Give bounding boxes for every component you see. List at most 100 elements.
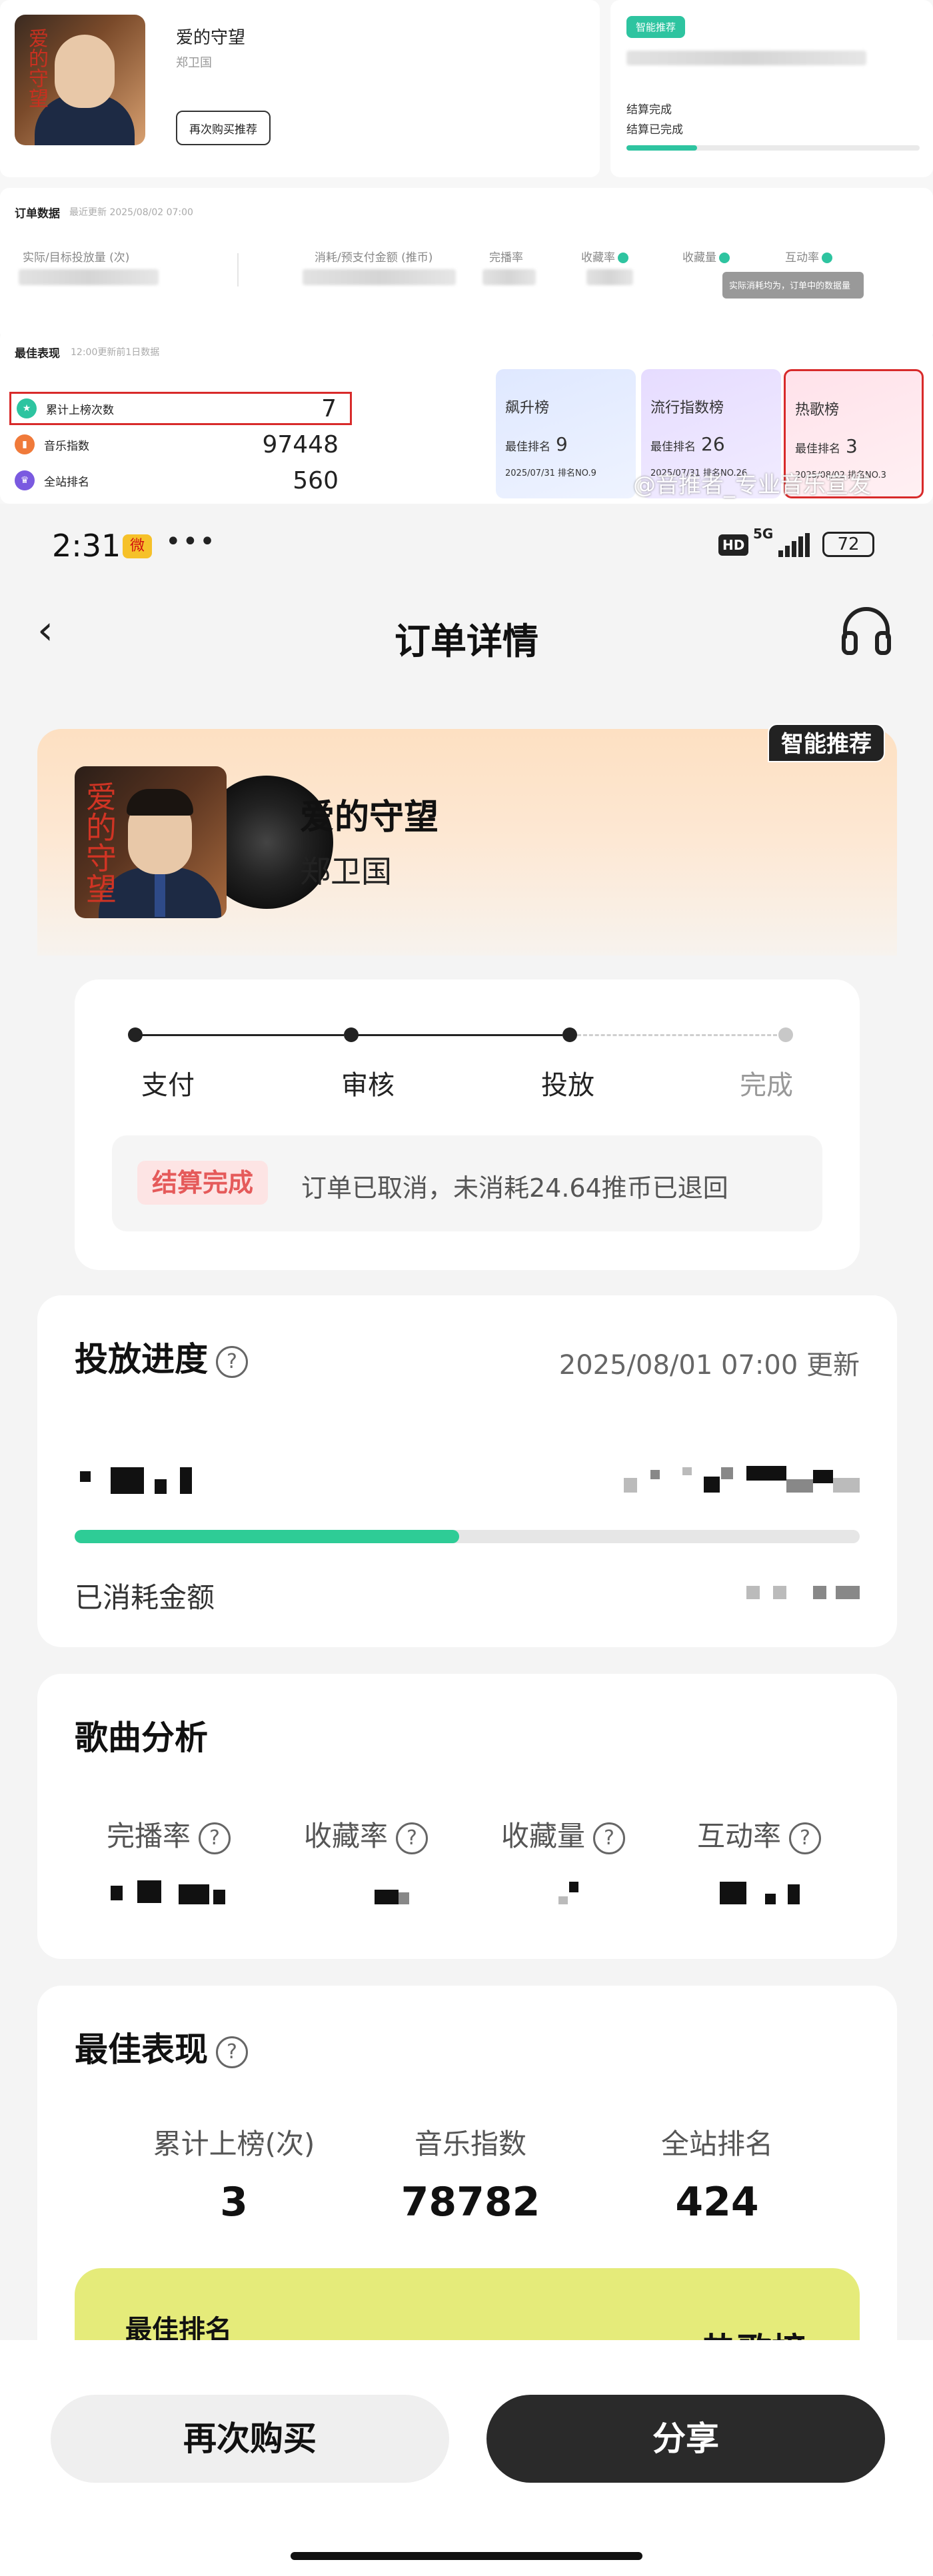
- stat-row-music-index: ▮ 音乐指数 97448: [9, 428, 352, 461]
- censored-value: [624, 1478, 637, 1493]
- desktop-rebuy-button[interactable]: 再次购买推荐: [176, 111, 271, 145]
- censored-value: [155, 1479, 167, 1494]
- step-dot-review: [344, 1027, 359, 1042]
- best-label-index: 音乐指数: [414, 2128, 526, 2160]
- metric-completion: 完播率?: [107, 1814, 231, 1854]
- network-icon: 5G: [753, 526, 774, 542]
- censored-value: [813, 1470, 833, 1483]
- desktop-tooltip: 实际消耗均为，订单中的数据量: [722, 272, 864, 299]
- desktop-order-data-sub: 最近更新 2025/08/02 07:00: [69, 207, 193, 218]
- stat-label: 累计上榜次数: [46, 403, 114, 417]
- spent-label: 已消耗金额: [75, 1581, 215, 1614]
- stat-row-total-charts: ★ 累计上榜次数 7: [9, 392, 352, 425]
- trophy-icon: ♛: [15, 470, 35, 490]
- best-label-rank: 全站排名: [660, 2128, 773, 2160]
- headphones-icon[interactable]: [838, 602, 894, 658]
- censored-value: [179, 1884, 209, 1904]
- censored-value: [399, 1892, 409, 1904]
- step-label-deliver: 投放: [541, 1070, 594, 1101]
- rank-card-name: 热歌榜: [795, 402, 840, 418]
- desktop-smart-tag: 智能推荐: [626, 16, 686, 38]
- help-icon[interactable]: ?: [216, 1345, 248, 1378]
- desktop-progress-fill: [626, 145, 697, 151]
- censored-value: [721, 1467, 733, 1479]
- stat-label: 音乐指数: [44, 439, 89, 453]
- help-icon[interactable]: ?: [199, 1822, 231, 1854]
- censored-value: [786, 1479, 813, 1493]
- blurred-text: [626, 51, 866, 65]
- step-dot-deliver: [562, 1027, 577, 1042]
- stat-value: 7: [321, 394, 337, 422]
- desktop-best-sub: 12:00更新前1日数据: [71, 347, 160, 358]
- info-icon[interactable]: [618, 253, 628, 263]
- artist-name: 郑卫国: [300, 854, 392, 890]
- settlement-tag: 结算完成: [137, 1161, 269, 1205]
- best-value-index: 78782: [401, 2179, 540, 2226]
- stat-label: 全站排名: [44, 475, 89, 489]
- stat-value: 97448: [262, 430, 339, 458]
- censored-value: [558, 1896, 568, 1904]
- censored-value: [213, 1890, 225, 1904]
- censored-value: [111, 1886, 123, 1900]
- rank-card-name: 飙升榜: [505, 400, 550, 416]
- step-dot-pay: [128, 1027, 143, 1042]
- share-button[interactable]: 分享: [486, 2395, 885, 2483]
- divider: [237, 253, 239, 287]
- col-favrate-label: 收藏率: [581, 248, 628, 265]
- censored-value: [833, 1478, 860, 1493]
- info-icon[interactable]: [822, 253, 832, 263]
- rank-card-date: 2025/07/31 排名NO.9: [505, 468, 596, 478]
- rank-card-rising[interactable]: 飙升榜 最佳排名 9 2025/07/31 排名NO.9: [496, 369, 636, 498]
- help-icon[interactable]: ?: [789, 1822, 822, 1854]
- censored-value: [704, 1477, 720, 1493]
- rank-card-name: 流行指数榜: [650, 400, 724, 416]
- blurred-value: [303, 269, 456, 285]
- chart-icon: ▮: [15, 434, 35, 454]
- rank-card-best: 最佳排名 26: [650, 433, 725, 455]
- order-steps-card: 支付 审核 投放 完成 结算完成 订单已取消，未消耗24.64推币已退回: [75, 979, 860, 1270]
- help-icon[interactable]: ?: [593, 1822, 626, 1854]
- bottom-action-bar: 再次购买 分享: [0, 2340, 933, 2576]
- metric-fav-count: 收藏量?: [501, 1814, 626, 1854]
- censored-value: [836, 1586, 860, 1599]
- song-title: 爱的守望: [300, 798, 439, 838]
- censored-value: [682, 1467, 692, 1475]
- step-line-pending: [577, 1034, 777, 1036]
- signal-icon: [778, 533, 810, 557]
- col-interact-label: 互动率: [785, 248, 832, 265]
- rebuy-button[interactable]: 再次购买: [51, 2395, 449, 2483]
- censored-value: [111, 1467, 144, 1494]
- best-value-charts: 3: [220, 2179, 248, 2226]
- help-icon[interactable]: ?: [216, 2036, 248, 2068]
- metric-interact: 互动率?: [697, 1814, 822, 1854]
- col-favcount-label: 收藏量: [682, 248, 730, 265]
- home-indicator[interactable]: [291, 2552, 642, 2560]
- censored-value: [788, 1884, 800, 1904]
- delivery-progress-fill: [75, 1530, 460, 1543]
- censored-value: [746, 1466, 786, 1481]
- desktop-status-line1: 结算完成: [626, 103, 672, 117]
- censored-value: [569, 1882, 578, 1892]
- nav-bar: ‹ 订单详情: [0, 584, 933, 677]
- page-title: 订单详情: [395, 620, 538, 662]
- censored-value: [80, 1471, 91, 1482]
- song-analysis-card: 歌曲分析 完播率? 收藏率? 收藏量? 互动率?: [37, 1674, 897, 1959]
- blurred-value: [482, 269, 536, 285]
- desktop-screenshot: 爱的守望 爱的守望 郑卫国 再次购买推荐 智能推荐 结算完成 结算已完成 订单数…: [0, 0, 933, 504]
- delivery-updated: 2025/08/01 07:00 更新: [558, 1350, 860, 1381]
- delivery-progress-track: [75, 1530, 860, 1543]
- watermark: @音推者_专业音乐宣发: [633, 472, 871, 498]
- desktop-progress-track: [626, 145, 920, 151]
- desktop-artist: 郑卫国: [176, 56, 212, 70]
- censored-value: [813, 1586, 826, 1599]
- smart-recommend-tag: 智能推荐: [768, 724, 885, 762]
- info-icon[interactable]: [719, 253, 730, 263]
- censored-value: [720, 1882, 746, 1904]
- step-label-review: 审核: [341, 1070, 395, 1101]
- stat-value: 560: [293, 466, 339, 494]
- help-icon[interactable]: ?: [396, 1822, 429, 1854]
- step-dot-done: [778, 1027, 793, 1042]
- step-label-pay: 支付: [141, 1070, 195, 1101]
- album-cover: 爱的守望: [75, 766, 227, 918]
- col-actual-label: 实际/目标投放量 (次): [23, 251, 130, 265]
